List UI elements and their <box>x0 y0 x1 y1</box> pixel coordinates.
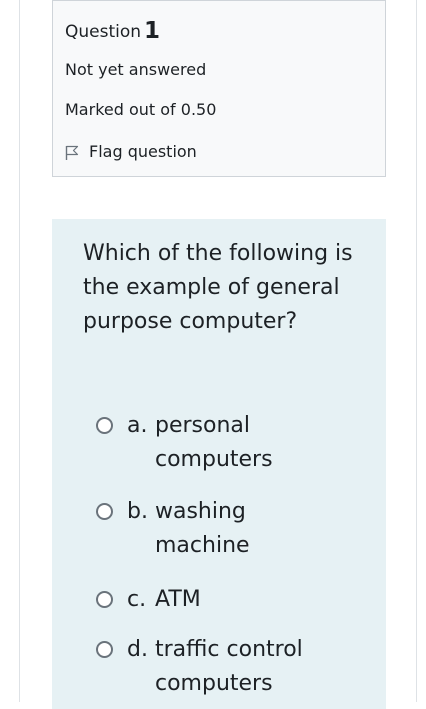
flag-question-link[interactable]: Flag question <box>65 142 197 162</box>
radio-button-a[interactable] <box>96 417 113 434</box>
question-content-panel: Which of the following is the example of… <box>52 219 386 709</box>
question-heading: Question 1 <box>65 18 161 44</box>
question-label: Question <box>65 22 142 42</box>
answer-text-b: washing machine <box>155 499 250 558</box>
answer-text-c: ATM <box>155 587 201 612</box>
radio-button-d[interactable] <box>96 641 113 658</box>
question-grade: Marked out of 0.50 <box>65 100 217 119</box>
answer-letter-b: b. <box>127 499 148 524</box>
answer-option-b[interactable]: b. washing machine <box>96 495 315 563</box>
answer-letter-a: a. <box>127 413 148 438</box>
radio-button-c[interactable] <box>96 591 113 608</box>
question-text: Which of the following is the example of… <box>83 241 353 334</box>
question-state: Not yet answered <box>65 60 207 79</box>
answer-letter-d: d. <box>127 637 148 662</box>
radio-button-b[interactable] <box>96 503 113 520</box>
answer-text-d: traffic control computers <box>155 637 303 696</box>
answer-option-c[interactable]: c. ATM <box>96 583 315 617</box>
answer-text-a: personal computers <box>155 413 273 472</box>
flag-outline-icon <box>65 145 79 161</box>
answer-letter-c: c. <box>127 587 147 612</box>
question-info-panel: Question 1 Not yet answered Marked out of… <box>52 0 386 177</box>
answer-option-a[interactable]: a. personal computers <box>96 409 315 477</box>
question-number: 1 <box>144 18 161 44</box>
answer-option-d[interactable]: d. traffic control computers <box>96 633 315 701</box>
flag-question-label: Flag question <box>89 142 197 161</box>
